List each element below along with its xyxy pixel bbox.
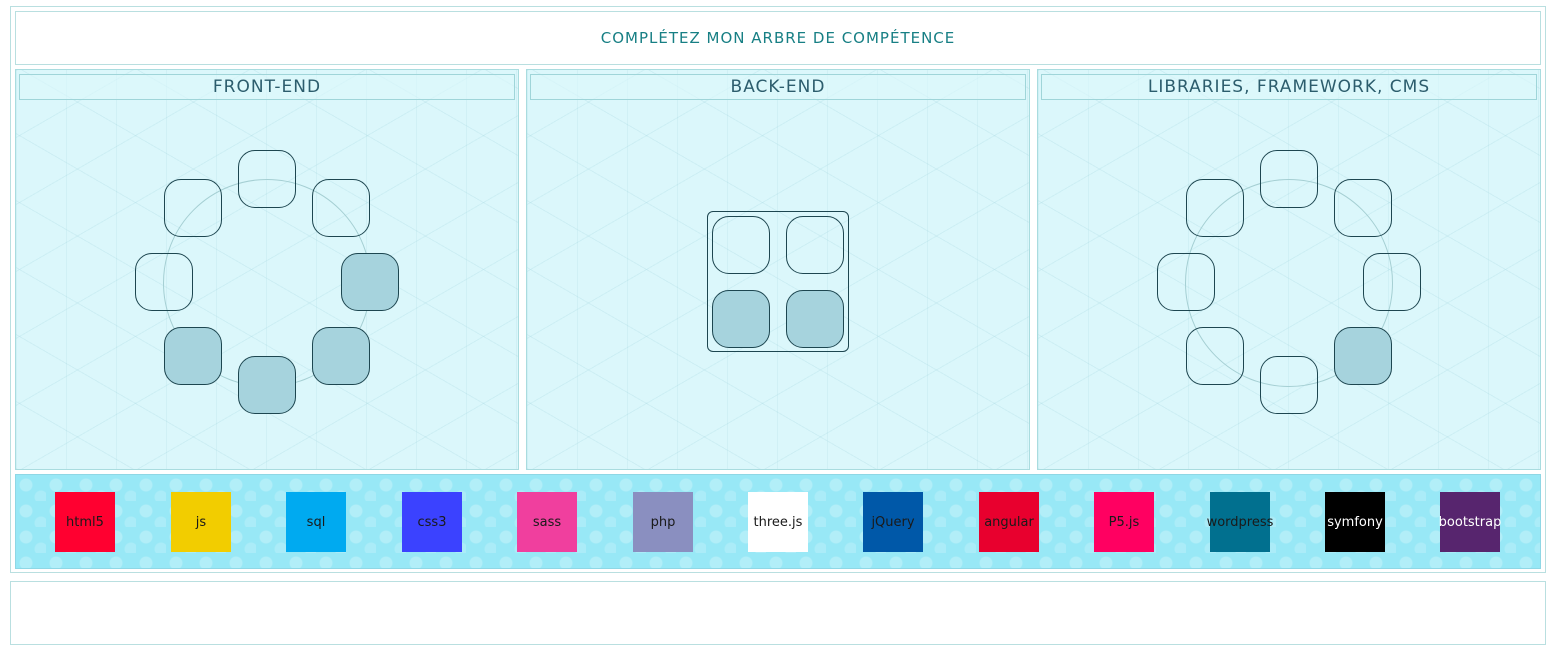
tile-label: three.js <box>753 514 803 530</box>
tile-label: html5 <box>66 514 104 530</box>
tile-jquery[interactable]: jQuery <box>863 492 923 552</box>
tile-label: sql <box>306 514 326 530</box>
tile-sass[interactable]: sass <box>517 492 577 552</box>
page-title: COMPLÉTEZ MON ARBRE DE COMPÉTENCE <box>600 29 956 47</box>
tile-php[interactable]: php <box>633 492 693 552</box>
skill-slot[interactable] <box>164 327 222 385</box>
skill-tiles-bar: html5 js sql css3 sass php three.js jQue… <box>15 474 1541 569</box>
skill-slot[interactable] <box>786 290 844 348</box>
tile-p5js[interactable]: P5.js <box>1094 492 1154 552</box>
tile-symfony[interactable]: symfony <box>1325 492 1385 552</box>
tile-label: symfony <box>1327 514 1383 530</box>
skill-slot[interactable] <box>1260 356 1318 414</box>
tile-label: angular <box>984 514 1034 530</box>
tile-label: php <box>650 514 676 530</box>
tile-label: css3 <box>417 514 447 530</box>
skill-slot[interactable] <box>1157 253 1215 311</box>
tile-css3[interactable]: css3 <box>402 492 462 552</box>
panel-header-libraries: LIBRARIES, FRAMEWORK, CMS <box>1041 74 1537 100</box>
skill-slot[interactable] <box>312 327 370 385</box>
tile-label: wordpress <box>1206 514 1274 530</box>
tile-sql[interactable]: sql <box>286 492 346 552</box>
skill-slot[interactable] <box>1363 253 1421 311</box>
tile-bootstrap[interactable]: bootstrap <box>1438 492 1502 552</box>
tile-angular[interactable]: angular <box>979 492 1039 552</box>
tile-label: js <box>195 514 207 530</box>
skill-slot[interactable] <box>1334 327 1392 385</box>
tile-label: P5.js <box>1108 514 1140 530</box>
tile-wordpress[interactable]: wordpress <box>1207 492 1273 552</box>
skill-slot[interactable] <box>786 216 844 274</box>
tile-html5[interactable]: html5 <box>55 492 115 552</box>
skill-slot[interactable] <box>1186 179 1244 237</box>
panel-header-back-end: BACK-END <box>530 74 1026 100</box>
skill-slot[interactable] <box>135 253 193 311</box>
skill-slot[interactable] <box>1260 150 1318 208</box>
skill-slot[interactable] <box>712 216 770 274</box>
panel-header-front-end: FRONT-END <box>19 74 515 100</box>
drop-zone[interactable] <box>10 581 1546 645</box>
panel-libraries: LIBRARIES, FRAMEWORK, CMS <box>1037 69 1541 470</box>
tile-threejs[interactable]: three.js <box>748 492 808 552</box>
skill-slot[interactable] <box>712 290 770 348</box>
skill-slot[interactable] <box>312 179 370 237</box>
panel-back-end: BACK-END <box>526 69 1030 470</box>
skill-slot[interactable] <box>1334 179 1392 237</box>
skill-slot[interactable] <box>341 253 399 311</box>
tile-label: jQuery <box>871 514 915 530</box>
skill-slot[interactable] <box>164 179 222 237</box>
title-bar: COMPLÉTEZ MON ARBRE DE COMPÉTENCE <box>15 11 1541 65</box>
skill-slot[interactable] <box>1186 327 1244 385</box>
tile-label: bootstrap <box>1438 514 1502 530</box>
skill-slot[interactable] <box>238 356 296 414</box>
panel-front-end: FRONT-END <box>15 69 519 470</box>
tile-label: sass <box>532 514 562 530</box>
tile-js[interactable]: js <box>171 492 231 552</box>
skill-slot[interactable] <box>238 150 296 208</box>
